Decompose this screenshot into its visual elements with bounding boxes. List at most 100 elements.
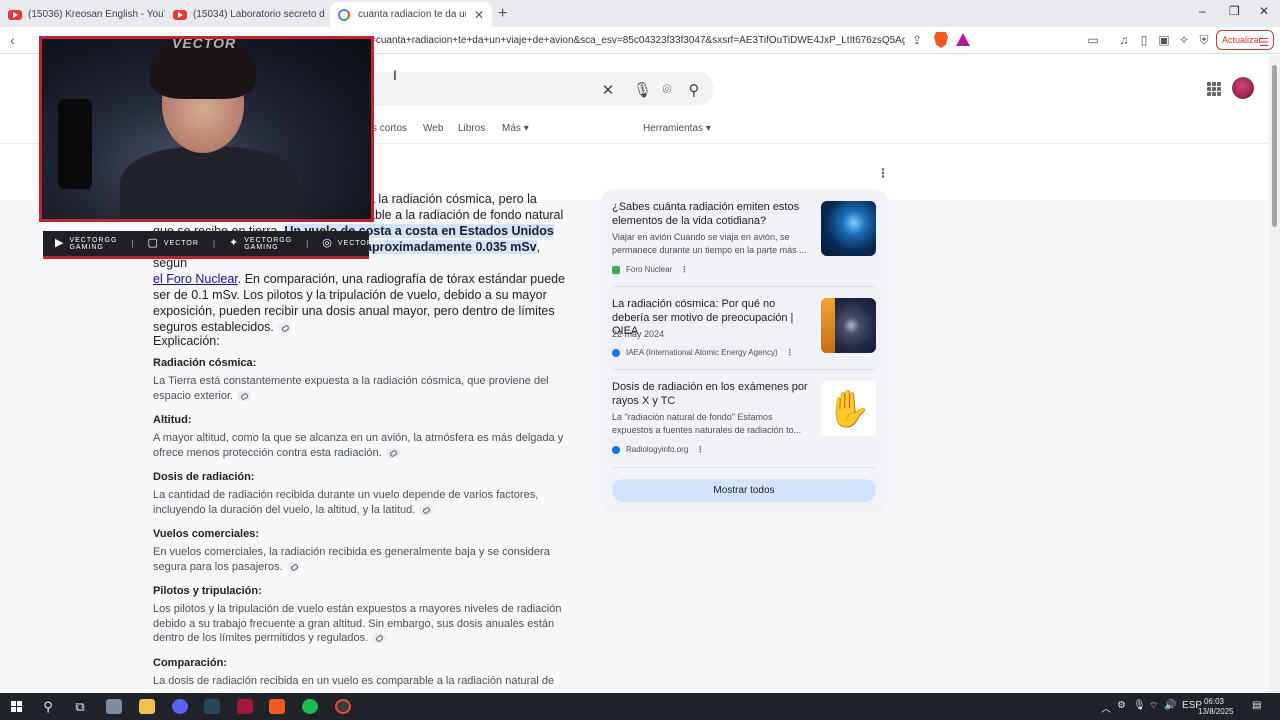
card-snippet: La "radiación natural de fondo" Estamos … bbox=[612, 412, 802, 435]
close-window-button[interactable]: ✕ bbox=[1259, 4, 1269, 18]
taskbar: ⚲ ⧉ ︿ ⚙ 🎙 ⌔ 🔊 ESP 06:03 13/8/2025 ▤ bbox=[0, 693, 1280, 720]
section-text: La dosis de radiación recibida en un vue… bbox=[153, 675, 555, 687]
tab-tools[interactable]: Herramientas ▾ bbox=[643, 123, 711, 134]
vertical-scrollbar[interactable] bbox=[1269, 55, 1280, 693]
tab-strip: (15036) Kreosan English - YouTube (15034… bbox=[0, 0, 1280, 27]
social-twitter: ✦ VECTORGG GAMING bbox=[229, 237, 292, 251]
citation-link-icon[interactable] bbox=[277, 322, 292, 333]
task-view-icon[interactable]: ⧉ bbox=[70, 697, 90, 716]
instagram-icon: ◎ bbox=[322, 237, 333, 249]
section-title: Dosis de radiación: bbox=[153, 471, 255, 483]
more-options-icon[interactable]: ⋮ bbox=[696, 445, 704, 454]
chevron-up-icon[interactable]: ︿ bbox=[1101, 700, 1111, 715]
more-options-icon[interactable]: ⋮ bbox=[680, 265, 688, 274]
tab-short-videos[interactable]: s cortos bbox=[372, 123, 407, 134]
tab-youtube-kreosan[interactable]: (15036) Kreosan English - YouTube bbox=[0, 2, 165, 27]
restore-button[interactable]: ❐ bbox=[1229, 4, 1240, 18]
source-name: Foro Nuclear bbox=[626, 265, 673, 274]
microphone-icon[interactable]: 🎙 bbox=[633, 81, 652, 99]
highlighted-dose: aproximadamente 0.035 mSv bbox=[365, 240, 537, 254]
section-title: Radiación cósmica: bbox=[153, 357, 257, 369]
brave-browser-icon[interactable] bbox=[267, 697, 287, 716]
tab-google-search[interactable]: cuanta radiacion te da un viaje d ✕ bbox=[330, 2, 492, 27]
brave-rewards-icon[interactable] bbox=[956, 33, 970, 46]
card-source: Radiologyinfo.org ⋮ bbox=[612, 445, 704, 454]
google-icon bbox=[338, 8, 350, 21]
volume-icon[interactable]: 🔊 bbox=[1164, 700, 1176, 711]
notification-icon[interactable]: ▤ bbox=[1252, 700, 1261, 711]
show-all-button[interactable]: Mostrar todos bbox=[612, 479, 876, 502]
update-button[interactable]: Actualizar ☰ bbox=[1216, 30, 1274, 50]
section-text: La cantidad de radiación recibida durant… bbox=[153, 489, 539, 516]
citation-link-icon[interactable] bbox=[286, 561, 301, 572]
wifi-icon[interactable]: ⌔ bbox=[1149, 700, 1158, 713]
reader-mode-icon[interactable]: ▭ bbox=[1086, 33, 1100, 47]
music-icon[interactable]: ♫ bbox=[1117, 33, 1131, 47]
lens-icon[interactable]: ⌾ bbox=[659, 81, 675, 98]
tab-label: (15036) Kreosan English - YouTube bbox=[28, 9, 165, 20]
obs-icon[interactable] bbox=[333, 697, 353, 716]
section-crew: Pilotos y tripulación: Los pilotos y la … bbox=[153, 585, 573, 646]
app-icon[interactable] bbox=[235, 697, 255, 716]
vpn-icon[interactable]: ⛨ bbox=[1197, 33, 1211, 47]
citation-link-icon[interactable] bbox=[372, 633, 387, 644]
share-icon[interactable]: ⇪ bbox=[910, 33, 924, 47]
chevron-down-icon: ▾ bbox=[523, 123, 529, 134]
site-icon bbox=[612, 265, 620, 274]
twitch-icon: ▢ bbox=[147, 237, 159, 249]
search-icon[interactable]: ⚲ bbox=[686, 81, 702, 99]
section-text: Los pilotos y la tripulación de vuelo es… bbox=[153, 603, 562, 644]
social-handle: GAMING bbox=[244, 243, 279, 251]
chevron-down-icon: ▾ bbox=[705, 123, 711, 134]
more-options-icon[interactable]: ⋮ bbox=[786, 348, 794, 357]
card-title[interactable]: ¿Sabes cuánta radiación emiten estos ele… bbox=[612, 201, 815, 228]
leo-ai-icon[interactable]: ✧ bbox=[1177, 33, 1191, 47]
citation-link-icon[interactable] bbox=[237, 390, 252, 401]
network-icon[interactable]: ⚙ bbox=[1117, 700, 1126, 711]
minimize-button[interactable]: – bbox=[1199, 4, 1206, 18]
start-button[interactable] bbox=[6, 697, 26, 716]
social-handle: VECTOR bbox=[163, 240, 199, 247]
citation-link-icon[interactable] bbox=[385, 447, 400, 458]
scrollbar-thumb[interactable] bbox=[1272, 65, 1277, 227]
site-icon bbox=[612, 445, 620, 454]
url-field[interactable]: =cuanta+radiacion+te+da+un+viaje+de+avio… bbox=[370, 27, 905, 54]
card-title[interactable]: Dosis de radiación en los exámenes por r… bbox=[612, 381, 815, 408]
tab-books[interactable]: Libros bbox=[458, 123, 485, 134]
sources-panel: ¿Sabes cuánta radiación emiten estos ele… bbox=[601, 189, 887, 513]
card-thumbnail[interactable] bbox=[821, 201, 876, 256]
file-explorer-icon[interactable] bbox=[137, 697, 157, 716]
more-options-icon[interactable]: ⋮ bbox=[877, 166, 889, 180]
close-tab-icon[interactable]: ✕ bbox=[474, 8, 484, 22]
back-icon[interactable]: ‹ bbox=[10, 32, 15, 48]
card-thumbnail[interactable]: ✋ bbox=[821, 381, 876, 436]
card-date: 22 may 2024 bbox=[612, 329, 665, 339]
microphone-icon[interactable]: 🎙 bbox=[1133, 700, 1146, 711]
search-input[interactable]: ✕ 🎙 ⌾ ⚲ bbox=[372, 72, 714, 106]
steam-icon[interactable] bbox=[202, 697, 222, 716]
tab-tools-label: Herramientas bbox=[643, 123, 704, 134]
search-icon[interactable]: ⚲ bbox=[38, 697, 58, 716]
card-source: IAEA (International Atomic Energy Agency… bbox=[612, 348, 794, 357]
social-handle: GAMING bbox=[69, 243, 104, 251]
avatar[interactable] bbox=[1232, 77, 1254, 99]
clock[interactable]: 06:03 13/8/2025 bbox=[1198, 697, 1234, 717]
tab-more[interactable]: Más ▾ bbox=[502, 123, 529, 134]
spotify-icon[interactable] bbox=[300, 697, 320, 716]
source-link[interactable]: el Foro Nuclear bbox=[153, 272, 238, 286]
tab-youtube-laboratorio[interactable]: (15034) Laboratorio secreto de Cher bbox=[165, 2, 325, 27]
sidebar-icon[interactable]: ▯ bbox=[1137, 33, 1151, 47]
section-commercial: Vuelos comerciales: En vuelos comerciale… bbox=[153, 528, 573, 574]
clear-icon[interactable]: ✕ bbox=[600, 81, 616, 99]
discord-icon[interactable] bbox=[170, 697, 190, 716]
card-thumbnail[interactable] bbox=[821, 298, 876, 353]
windows-icon bbox=[10, 701, 22, 712]
apps-grid-icon[interactable] bbox=[1207, 82, 1221, 96]
app-icon[interactable] bbox=[104, 697, 124, 716]
new-tab-button[interactable]: + bbox=[498, 5, 507, 23]
section-text: A mayor altitud, como la que se alcanza … bbox=[153, 432, 564, 459]
tab-web[interactable]: Web bbox=[423, 123, 443, 134]
brave-shield-icon[interactable] bbox=[934, 32, 948, 48]
citation-link-icon[interactable] bbox=[419, 504, 434, 515]
wallet-icon[interactable]: ▣ bbox=[1157, 33, 1171, 47]
